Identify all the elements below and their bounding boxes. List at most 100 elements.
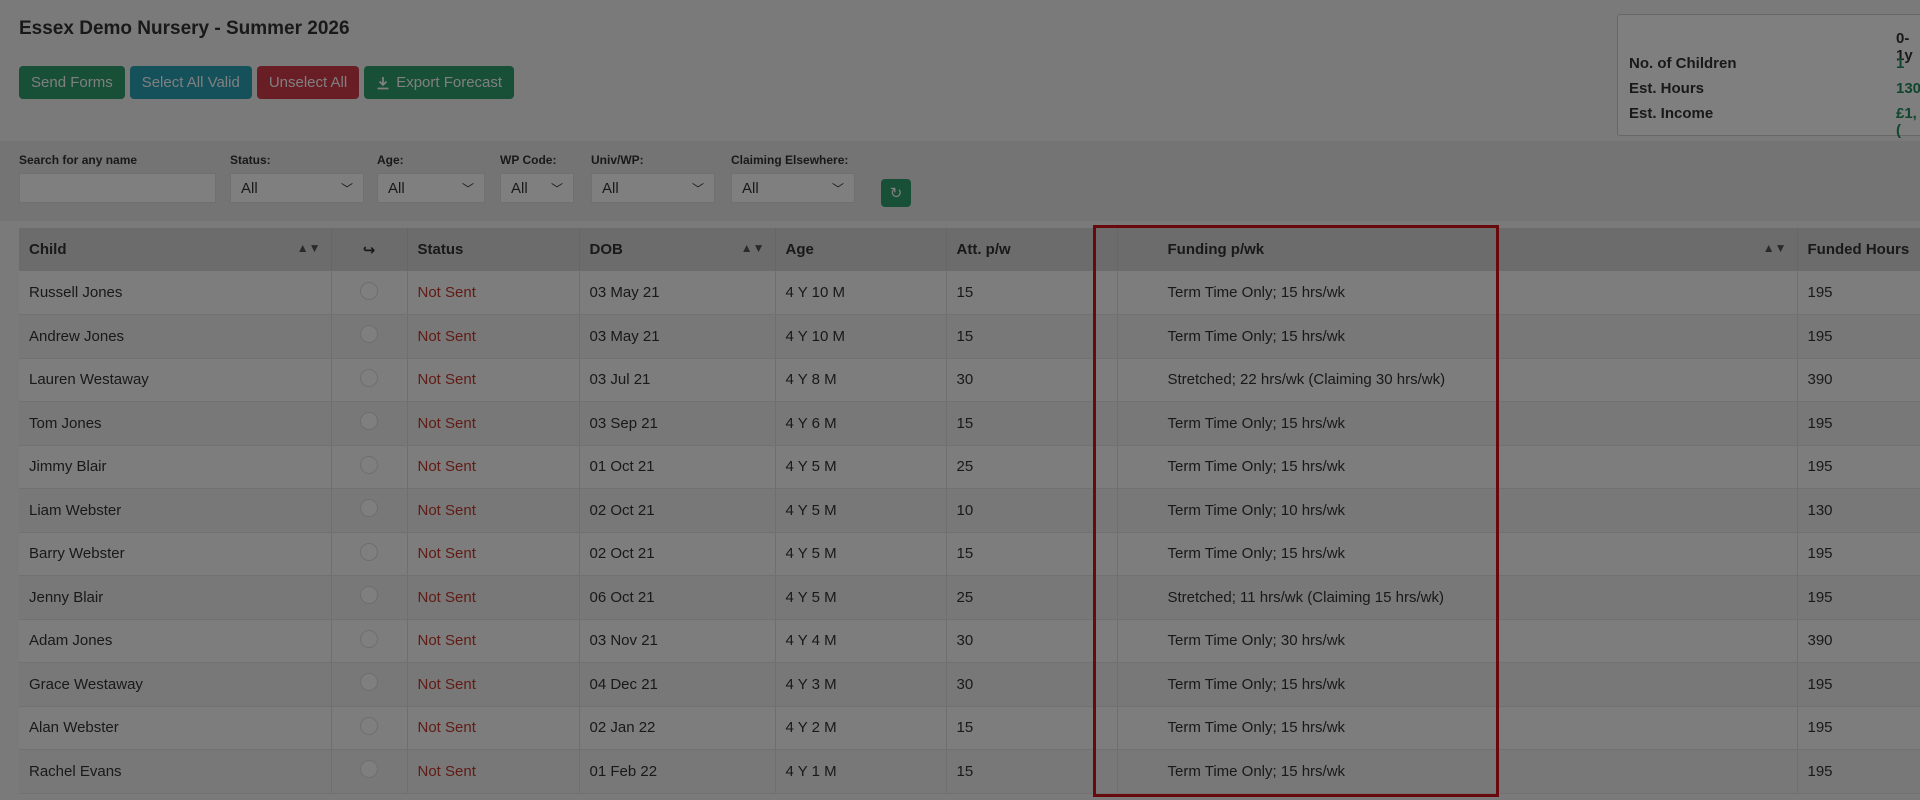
funding-cell: Term Time Only; 15 hrs/wk bbox=[1117, 662, 1798, 707]
dob-cell: 02 Oct 21 bbox=[579, 488, 776, 533]
funding-cell: Term Time Only; 15 hrs/wk bbox=[1117, 445, 1798, 489]
funding-cell: Term Time Only; 15 hrs/wk bbox=[1117, 401, 1798, 446]
funding-cell: Term Time Only; 30 hrs/wk bbox=[1117, 619, 1798, 663]
child-name-cell: Jimmy Blair bbox=[19, 445, 332, 489]
row-select-radio[interactable] bbox=[360, 673, 378, 692]
table-row[interactable]: Alan Webster Not Sent 02 Jan 22 4 Y 2 M 15 Te… bbox=[19, 706, 1920, 750]
age-cell: 4 Y 10 M bbox=[775, 271, 947, 315]
age-select[interactable]: All ﹀ bbox=[377, 173, 485, 203]
row-select-radio[interactable] bbox=[360, 542, 378, 561]
row-select-radio[interactable] bbox=[360, 499, 378, 518]
funding-cell: Stretched; 11 hrs/wk (Claiming 15 hrs/wk… bbox=[1117, 575, 1798, 620]
table-row[interactable]: Grace Westaway Not Sent 04 Dec 21 4 Y 3 M 30… bbox=[19, 662, 1920, 707]
funded-hours-cell: 195 bbox=[1797, 445, 1920, 489]
action-toolbar: Send Forms Select All Valid Unselect All… bbox=[19, 66, 515, 99]
att-column-header: Att. p/w bbox=[946, 228, 1118, 271]
claiming-elsewhere-value: All bbox=[742, 179, 759, 197]
status-cell: Not Sent bbox=[407, 619, 580, 663]
dob-cell: 03 May 21 bbox=[579, 271, 776, 315]
status-cell: Not Sent bbox=[407, 445, 580, 489]
search-input[interactable] bbox=[19, 173, 216, 203]
funding-cell: Term Time Only; 15 hrs/wk bbox=[1117, 706, 1798, 750]
page: Essex Demo Nursery - Summer 2026 Send Fo… bbox=[0, 0, 1920, 800]
select-cell bbox=[331, 401, 408, 446]
wp-code-filter-label: WP Code: bbox=[500, 153, 557, 167]
table-row[interactable]: Barry Webster Not Sent 02 Oct 21 4 Y 5 M 15 T… bbox=[19, 532, 1920, 576]
age-cell: 4 Y 2 M bbox=[775, 706, 947, 750]
funded-hours-cell: 195 bbox=[1797, 314, 1920, 359]
status-cell: Not Sent bbox=[407, 314, 580, 359]
row-select-radio[interactable] bbox=[360, 412, 378, 431]
age-cell: 4 Y 8 M bbox=[775, 358, 947, 402]
status-cell: Not Sent bbox=[407, 532, 580, 576]
child-column-header[interactable]: Child ▲▼ bbox=[19, 228, 332, 271]
dob-header-label: DOB bbox=[589, 241, 623, 258]
sort-icon: ▲▼ bbox=[740, 241, 765, 255]
row-select-radio[interactable] bbox=[360, 281, 378, 300]
funding-cell: Stretched; 22 hrs/wk (Claiming 30 hrs/wk… bbox=[1117, 358, 1798, 402]
send-forms-button[interactable]: Send Forms bbox=[19, 66, 125, 99]
child-name-cell: Barry Webster bbox=[19, 532, 332, 576]
funding-column-header[interactable]: Funding p/wk ▲▼ bbox=[1117, 228, 1798, 271]
row-select-radio[interactable] bbox=[360, 368, 378, 387]
row-select-radio[interactable] bbox=[360, 455, 378, 474]
reset-filters-button[interactable]: ↻ bbox=[881, 179, 911, 207]
dob-column-header[interactable]: DOB ▲▼ bbox=[579, 228, 776, 271]
att-cell: 15 bbox=[946, 401, 1118, 446]
att-cell: 15 bbox=[946, 314, 1118, 359]
wp-code-select[interactable]: All ﹀ bbox=[500, 173, 574, 203]
claiming-elsewhere-select[interactable]: All ﹀ bbox=[731, 173, 855, 203]
table-row[interactable]: Liam Webster Not Sent 02 Oct 21 4 Y 5 M 10 Te… bbox=[19, 488, 1920, 533]
table-row[interactable]: Jenny Blair Not Sent 06 Oct 21 4 Y 5 M 25 Str… bbox=[19, 575, 1920, 620]
univ-wp-select[interactable]: All ﹀ bbox=[591, 173, 715, 203]
select-cell bbox=[331, 662, 408, 707]
row-select-radio[interactable] bbox=[360, 586, 378, 605]
status-cell: Not Sent bbox=[407, 401, 580, 446]
row-select-radio[interactable] bbox=[360, 629, 378, 648]
status-filter-label: Status: bbox=[230, 153, 271, 167]
att-cell: 25 bbox=[946, 575, 1118, 620]
export-forecast-button[interactable]: Export Forecast bbox=[364, 66, 515, 99]
table-row[interactable]: Lauren Westaway Not Sent 03 Jul 21 4 Y 8 M3… bbox=[19, 358, 1920, 402]
status-cell: Not Sent bbox=[407, 488, 580, 533]
select-all-valid-button[interactable]: Select All Valid bbox=[129, 66, 252, 99]
unselect-all-button[interactable]: Unselect All bbox=[256, 66, 360, 99]
table-row[interactable]: Rachel Evans Not Sent 01 Feb 22 4 Y 1 M 15 Te… bbox=[19, 749, 1920, 794]
select-cell bbox=[331, 488, 408, 533]
row-select-radio[interactable] bbox=[360, 325, 378, 344]
funded-hours-cell: 195 bbox=[1797, 662, 1920, 707]
status-cell: Not Sent bbox=[407, 358, 580, 402]
select-cell bbox=[331, 532, 408, 576]
row-select-radio[interactable] bbox=[360, 716, 378, 735]
child-name-cell: Tom Jones bbox=[19, 401, 332, 446]
filter-bar: Search for any name Status: All ﹀ Age: A… bbox=[0, 141, 1920, 221]
sort-icon: ▲▼ bbox=[296, 241, 321, 255]
funding-header-label: Funding p/wk bbox=[1167, 241, 1265, 258]
age-cell: 4 Y 5 M bbox=[775, 575, 947, 620]
table-row[interactable]: Tom Jones Not Sent 03 Sep 21 4 Y 6 M 15 Term … bbox=[19, 401, 1920, 446]
summary-panel: 0-1y No. of Children 1 Est. Hours 130 Es… bbox=[1617, 14, 1920, 139]
select-cell bbox=[331, 706, 408, 750]
chevron-down-icon: ﹀ bbox=[461, 181, 474, 196]
select-cell bbox=[331, 749, 408, 794]
att-cell: 15 bbox=[946, 271, 1118, 315]
child-header-label: Child bbox=[29, 241, 67, 258]
dob-cell: 03 Jul 21 bbox=[579, 358, 776, 402]
table-row[interactable]: Andrew Jones Not Sent 03 May 21 4 Y 10 M 15 T… bbox=[19, 314, 1920, 359]
dob-cell: 03 Sep 21 bbox=[579, 401, 776, 446]
row-select-radio[interactable] bbox=[360, 760, 378, 779]
table-row[interactable]: Russell Jones Not Sent 03 May 21 4 Y 10 M 15… bbox=[19, 271, 1920, 315]
export-forecast-label: Export Forecast bbox=[396, 74, 503, 91]
dob-cell: 06 Oct 21 bbox=[579, 575, 776, 620]
age-cell: 4 Y 5 M bbox=[775, 445, 947, 489]
claiming-elsewhere-filter: Claiming Elsewhere: All ﹀ bbox=[731, 153, 855, 203]
dob-cell: 02 Oct 21 bbox=[579, 532, 776, 576]
age-cell: 4 Y 5 M bbox=[775, 488, 947, 533]
table-row[interactable]: Adam Jones Not Sent 03 Nov 21 4 Y 4 M 30 Term… bbox=[19, 619, 1920, 663]
funded-hours-cell: 195 bbox=[1797, 401, 1920, 446]
status-select[interactable]: All ﹀ bbox=[230, 173, 364, 203]
summary-value: 130 bbox=[1896, 80, 1920, 97]
table-row[interactable]: Jimmy Blair Not Sent 01 Oct 21 4 Y 5 M 25 Ter… bbox=[19, 445, 1920, 489]
refresh-icon: ↻ bbox=[889, 185, 903, 202]
univ-wp-filter: Univ/WP: All ﹀ bbox=[591, 153, 715, 203]
